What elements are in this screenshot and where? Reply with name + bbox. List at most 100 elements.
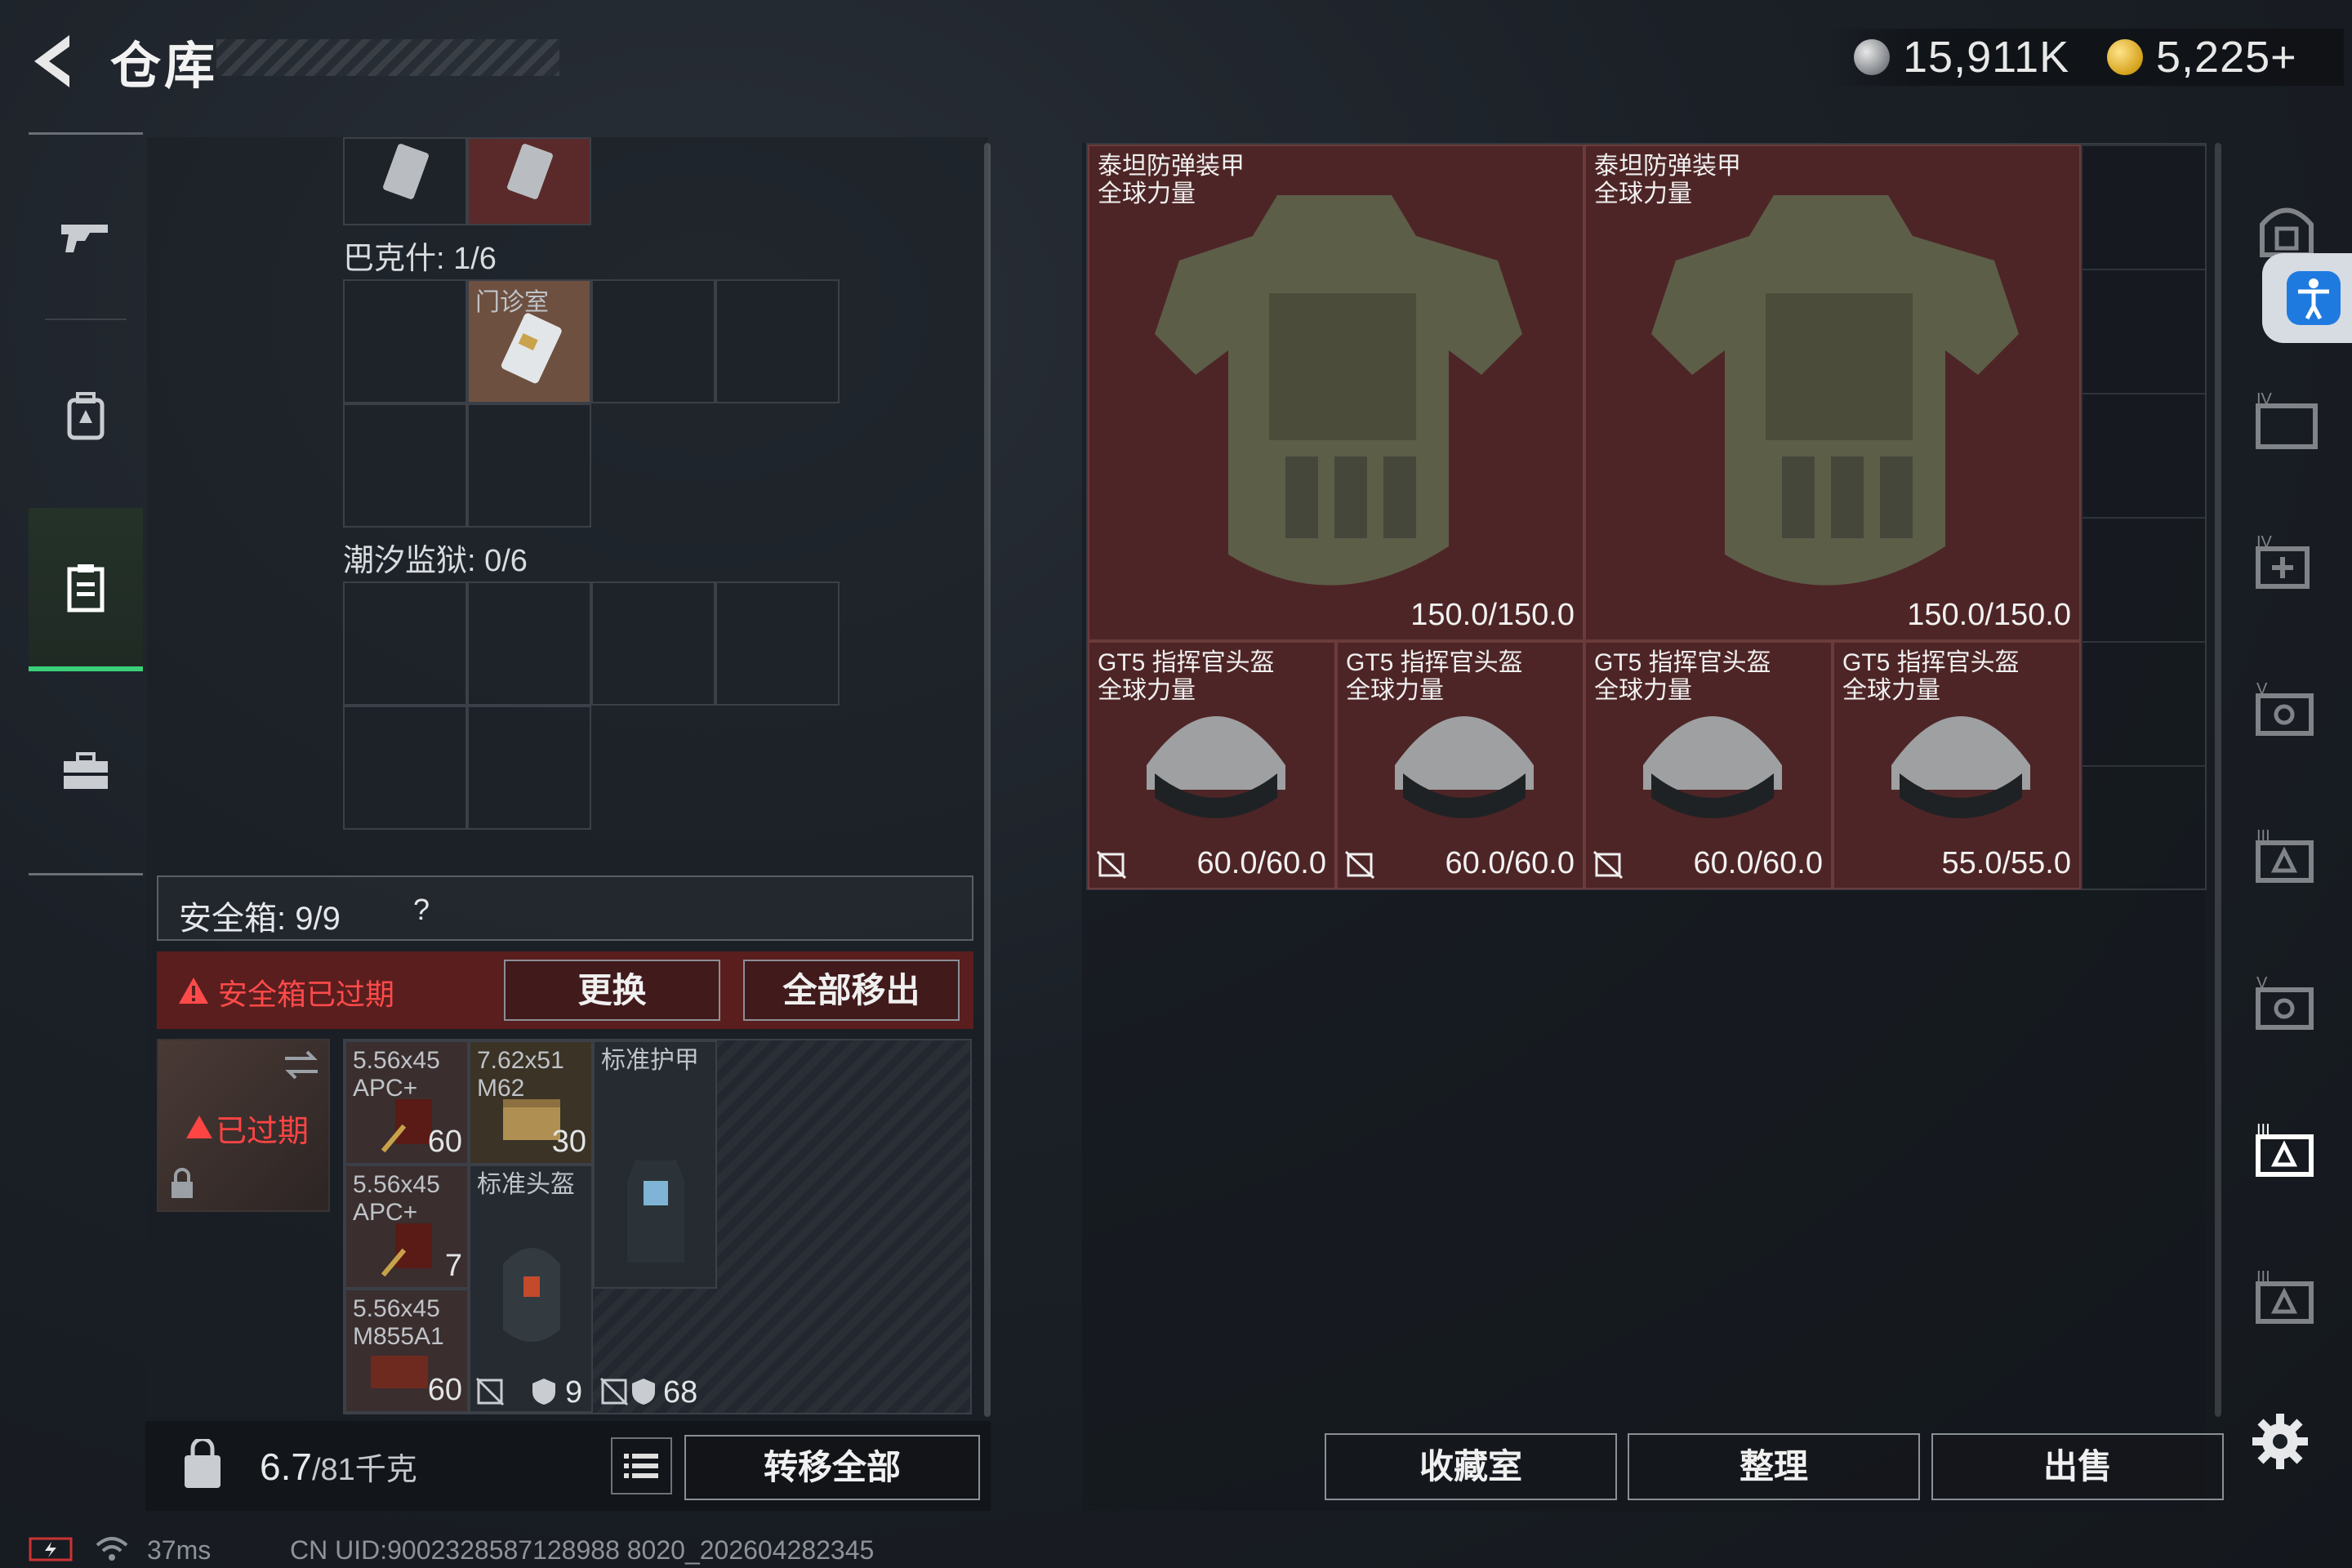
- svg-text:III: III: [2256, 1121, 2270, 1139]
- keycard-icon: [501, 313, 562, 384]
- helmet-icon: [503, 1248, 560, 1342]
- user-uid: CN UID:9002328587128988 8020_20260428234…: [290, 1535, 875, 1565]
- key-slot[interactable]: [467, 706, 591, 830]
- shield-icon: [532, 1379, 555, 1405]
- body-armor-icon: [1155, 195, 1522, 586]
- storage-tab-4[interactable]: IV: [2242, 376, 2332, 466]
- item-durability: 68: [663, 1375, 698, 1410]
- briefcase-icon: [64, 752, 108, 789]
- key-slot[interactable]: [715, 581, 840, 706]
- no-repair-icon: [1344, 850, 1375, 880]
- network-ping: 37ms: [147, 1535, 212, 1565]
- item-durability: 60.0/60.0: [1693, 846, 1823, 880]
- ammo-item[interactable]: 5.56x45 APC+ 60: [345, 1040, 469, 1165]
- svg-text:V: V: [2256, 974, 2268, 992]
- help-button[interactable]: ?: [403, 892, 439, 928]
- helmet-icon: [1395, 716, 1534, 818]
- keycard-icon: [383, 144, 429, 199]
- section-label-bakesh: 巴克什: 1/6: [343, 242, 497, 276]
- expired-warning-text: 安全箱已过期: [218, 978, 395, 1011]
- list-icon: [624, 1454, 658, 1478]
- back-button[interactable]: [24, 29, 82, 94]
- folder-icon: IV: [2256, 390, 2318, 449]
- list-view-button[interactable]: [611, 1437, 672, 1494]
- key-slot[interactable]: [467, 137, 591, 225]
- armor-item-card[interactable]: 泰坦防弹装甲 全球力量 150.0/150.0: [1088, 145, 1584, 641]
- currency-bar: 15,911K 5,225+: [1821, 29, 2344, 86]
- key-slot-clinic[interactable]: 门诊室: [467, 279, 591, 403]
- shield-icon: [632, 1379, 655, 1405]
- storage-scrollbar[interactable]: [2215, 143, 2221, 1417]
- key-slot[interactable]: [343, 403, 467, 528]
- gear-icon: [2252, 1414, 2308, 1469]
- weight-bar: 6.7/81千克 转移全部: [145, 1421, 991, 1511]
- key-slot[interactable]: [343, 137, 467, 225]
- swap-icon: [285, 1050, 318, 1080]
- storage-tab-5[interactable]: V: [2242, 666, 2332, 755]
- collection-room-button[interactable]: 收藏室: [1325, 1433, 1617, 1500]
- helmet-item-card[interactable]: GT5 指挥官头盔 全球力量 60.0/60.0: [1088, 641, 1336, 889]
- storage-tab-5b[interactable]: V: [2242, 960, 2332, 1049]
- key-slot[interactable]: [467, 581, 591, 706]
- safebox-case[interactable]: 已过期: [157, 1039, 330, 1212]
- add-currency-button[interactable]: +: [2270, 33, 2297, 82]
- helmet-item-card[interactable]: GT5 指挥官头盔 全球力量 60.0/60.0: [1584, 641, 1833, 889]
- ammo-box-icon: [371, 1356, 428, 1388]
- svg-text:V: V: [2256, 680, 2268, 698]
- helmet-icon: [1147, 716, 1285, 818]
- armor-item-card[interactable]: 泰坦防弹装甲 全球力量 150.0/150.0: [1584, 145, 2081, 641]
- storage-tab-3b[interactable]: III: [2242, 1254, 2332, 1343]
- key-slot[interactable]: [591, 279, 715, 403]
- svg-text:III: III: [2256, 827, 2270, 845]
- settings-button[interactable]: [2247, 1409, 2313, 1474]
- inventory-scrollbar[interactable]: [984, 143, 991, 1417]
- item-durability: 60.0/60.0: [1445, 846, 1575, 880]
- warning-icon: [186, 1116, 212, 1138]
- silver-amount: 15,911K: [1903, 33, 2070, 82]
- item-durability: 9: [565, 1375, 583, 1410]
- transfer-all-button[interactable]: 转移全部: [684, 1435, 980, 1500]
- nav-case[interactable]: [29, 690, 143, 853]
- storage-tab-3-active[interactable]: III: [2242, 1107, 2332, 1196]
- storage-box-icon: III: [2256, 827, 2314, 883]
- storage-tab-3[interactable]: III: [2242, 813, 2332, 902]
- battery-icon: [29, 1537, 73, 1561]
- page-title: 仓库: [110, 38, 219, 95]
- ammo-item[interactable]: 7.62x51 M62 30: [469, 1040, 593, 1165]
- ammo-icon: [381, 1223, 432, 1277]
- expired-tag: 已过期: [216, 1115, 310, 1149]
- key-slot[interactable]: [343, 581, 467, 706]
- key-slot[interactable]: [591, 581, 715, 706]
- item-count: 7: [444, 1249, 462, 1283]
- no-repair-icon: [475, 1377, 505, 1406]
- item-durability: 150.0/150.0: [1410, 598, 1575, 632]
- key-slot[interactable]: [343, 279, 467, 403]
- sort-button[interactable]: 整理: [1628, 1433, 1920, 1500]
- storage-tab-4-add[interactable]: IV: [2242, 519, 2332, 608]
- sell-button[interactable]: 出售: [1931, 1433, 2224, 1500]
- item-durability: 60.0/60.0: [1196, 846, 1326, 880]
- helmet-item-card[interactable]: GT5 指挥官头盔 全球力量 60.0/60.0: [1336, 641, 1584, 889]
- item-durability: 55.0/55.0: [1941, 846, 2071, 880]
- key-slot[interactable]: [467, 403, 591, 528]
- nav-backpack[interactable]: [29, 335, 143, 498]
- replace-button[interactable]: 更换: [504, 960, 720, 1021]
- ammo-item[interactable]: 5.56x45 APC+ 7: [345, 1165, 469, 1289]
- armor-item[interactable]: 标准护甲: [593, 1040, 717, 1289]
- helmet-item-card[interactable]: GT5 指挥官头盔 全球力量 55.0/55.0: [1833, 641, 2081, 889]
- status-strip: 37ms CN UID:9002328587128988 8020_202604…: [0, 1527, 1062, 1568]
- item-name: 标准头盔: [477, 1171, 575, 1198]
- nav-weapons[interactable]: [29, 155, 143, 318]
- key-slot[interactable]: [715, 279, 840, 403]
- no-repair-icon: [1096, 850, 1127, 880]
- ammo-item[interactable]: 5.56x45 M855A1 60: [345, 1289, 469, 1413]
- lock-icon: [172, 1168, 193, 1198]
- key-slot[interactable]: [343, 706, 467, 830]
- move-all-out-button[interactable]: 全部移出: [743, 960, 960, 1021]
- weight-value: 6.7/81千克: [260, 1446, 417, 1488]
- wifi-icon: [96, 1537, 128, 1561]
- nav-storage[interactable]: [29, 508, 143, 671]
- accessibility-button[interactable]: [2262, 253, 2352, 343]
- weight-icon: [185, 1439, 220, 1488]
- storage-box-icon: V: [2256, 680, 2314, 736]
